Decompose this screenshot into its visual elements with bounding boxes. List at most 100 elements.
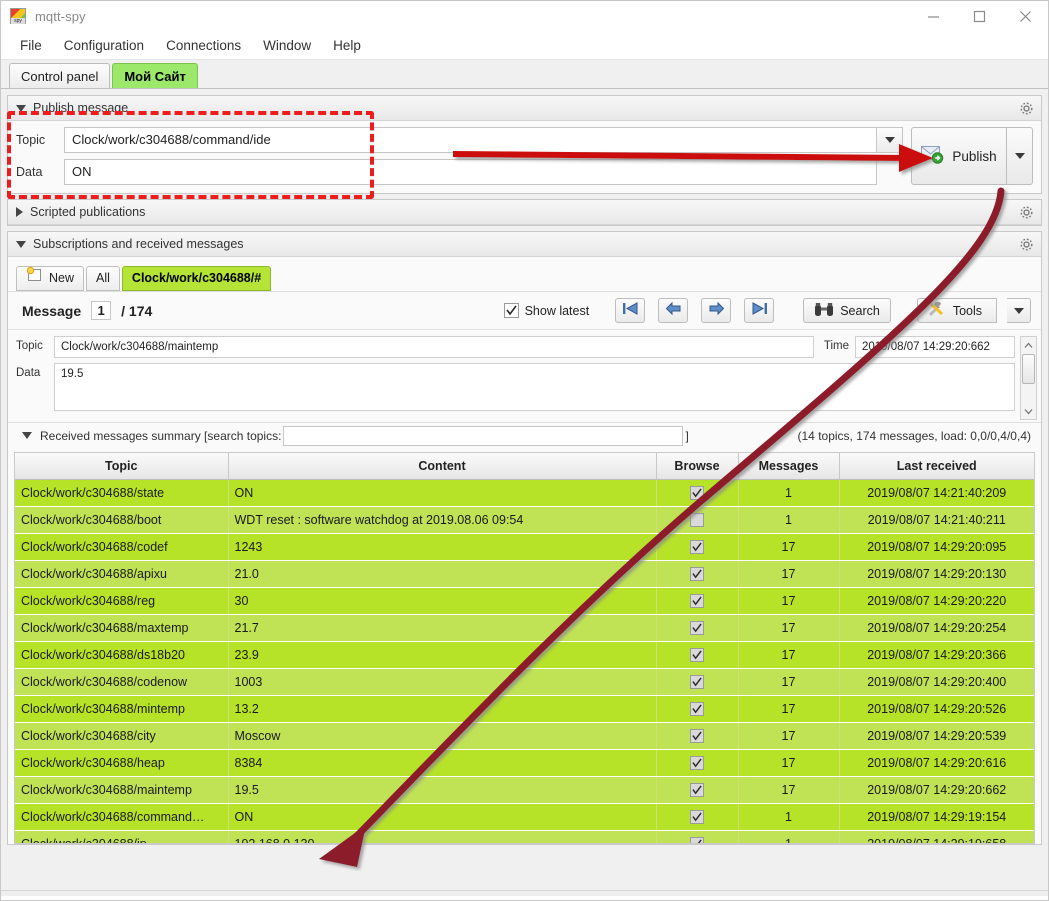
column-header-content[interactable]: Content xyxy=(228,453,657,480)
cell-browse[interactable] xyxy=(656,695,739,723)
gear-icon[interactable] xyxy=(1016,202,1037,223)
cell-browse[interactable] xyxy=(656,830,739,843)
browse-checkbox[interactable] xyxy=(690,728,704,743)
show-latest-checkbox[interactable]: Show latest xyxy=(503,303,589,318)
tools-button[interactable]: Tools xyxy=(916,298,997,323)
browse-checkbox[interactable] xyxy=(690,620,704,635)
subscription-tab-new[interactable]: New xyxy=(16,266,85,291)
table-row[interactable]: Clock/work/c304688/city Moscow 17 2019/08/0… xyxy=(15,722,1034,750)
table-row[interactable]: Clock/work/c304688/command… ON 1 2019/08/07… xyxy=(15,803,1034,831)
table-row[interactable]: Clock/work/c304688/apixu 21.0 17 2019/08/07… xyxy=(15,560,1034,588)
table-row[interactable]: Clock/work/c304688/maintemp 19.5 17 2019/08… xyxy=(15,776,1034,804)
cell-browse[interactable] xyxy=(656,803,739,831)
close-icon[interactable] xyxy=(1002,1,1048,32)
browse-checkbox[interactable] xyxy=(690,539,704,554)
previous-message-button[interactable] xyxy=(658,298,689,323)
collapse-triangle-icon[interactable] xyxy=(22,432,32,439)
table-row[interactable]: Clock/work/c304688/ds18b20 23.9 17 2019/08/… xyxy=(15,641,1034,669)
collapse-triangle-icon[interactable] xyxy=(16,104,26,112)
menu-item-configuration[interactable]: Configuration xyxy=(53,34,155,57)
expand-triangle-icon[interactable] xyxy=(16,207,23,217)
publish-dropdown-button[interactable] xyxy=(1007,127,1033,185)
subscription-tab-all[interactable]: All xyxy=(86,266,120,291)
scroll-up-icon[interactable] xyxy=(1024,337,1033,353)
column-header-browse[interactable]: Browse xyxy=(656,453,739,480)
table-row[interactable]: Clock/work/c304688/boot WDT reset : softw… xyxy=(15,506,1034,534)
cell-content: 1003 xyxy=(228,668,657,696)
scrollbar-thumb[interactable] xyxy=(1022,354,1035,384)
browse-checkbox[interactable] xyxy=(690,647,704,662)
detail-vertical-scrollbar[interactable] xyxy=(1020,336,1037,420)
cell-browse[interactable] xyxy=(656,479,739,507)
cell-messages: 17 xyxy=(738,695,840,723)
search-button-label: Search xyxy=(840,303,880,318)
minimize-icon[interactable] xyxy=(910,1,956,32)
browse-checkbox[interactable] xyxy=(690,755,704,770)
cell-browse[interactable] xyxy=(656,641,739,669)
subscriptions-panel-header[interactable]: Subscriptions and received messages xyxy=(8,232,1041,257)
last-message-button[interactable] xyxy=(744,298,775,323)
publish-panel-header[interactable]: Publish message xyxy=(8,96,1041,121)
detail-data-value[interactable]: 19.5 xyxy=(54,363,1015,411)
browse-checkbox[interactable] xyxy=(690,593,704,608)
table-row[interactable]: Clock/work/c304688/ip 192.168.0.130 1 2019/… xyxy=(15,830,1034,843)
tab-control-panel[interactable]: Control panel xyxy=(9,63,111,88)
table-row[interactable]: Clock/work/c304688/heap 8384 17 2019/08/07 … xyxy=(15,749,1034,777)
cell-browse[interactable] xyxy=(656,614,739,642)
column-header-messages[interactable]: Messages xyxy=(738,453,840,480)
gear-icon[interactable] xyxy=(1016,234,1037,255)
detail-topic-label: Topic xyxy=(16,340,43,352)
cell-browse[interactable] xyxy=(656,749,739,777)
column-header-topic[interactable]: Topic xyxy=(15,453,229,480)
column-header-last-received[interactable]: Last received xyxy=(839,453,1034,480)
subscription-tab-clock-work[interactable]: Clock/work/c304688/# xyxy=(121,266,272,291)
browse-checkbox[interactable] xyxy=(690,512,704,527)
cell-topic: Clock/work/c304688/ds18b20 xyxy=(15,641,229,669)
cell-browse[interactable] xyxy=(656,776,739,804)
next-message-button[interactable] xyxy=(701,298,732,323)
publish-topic-dropdown[interactable] xyxy=(877,127,903,153)
menu-item-connections[interactable]: Connections xyxy=(155,34,252,57)
publish-button[interactable]: Publish xyxy=(911,127,1007,185)
scroll-down-icon[interactable] xyxy=(1024,403,1033,419)
detail-time-value[interactable]: 2019/08/07 14:29:20:662 xyxy=(855,336,1015,358)
table-row[interactable]: Clock/work/c304688/reg 30 17 2019/08/07 14:… xyxy=(15,587,1034,615)
search-button[interactable]: Search xyxy=(803,298,891,323)
message-index-input[interactable]: 1 xyxy=(91,301,112,320)
cell-browse[interactable] xyxy=(656,560,739,588)
cell-browse[interactable] xyxy=(656,506,739,534)
table-row[interactable]: Clock/work/c304688/codenow 1003 17 2019/08/… xyxy=(15,668,1034,696)
table-row[interactable]: Clock/work/c304688/state ON 1 2019/08/07 14… xyxy=(15,479,1034,507)
cell-topic: Clock/work/c304688/apixu xyxy=(15,560,229,588)
publish-topic-input[interactable]: Clock/work/c304688/command/ide xyxy=(64,127,877,153)
first-message-button[interactable] xyxy=(615,298,646,323)
menu-item-help[interactable]: Help xyxy=(322,34,372,57)
browse-checkbox[interactable] xyxy=(690,485,704,500)
cell-browse[interactable] xyxy=(656,668,739,696)
table-row[interactable]: Clock/work/c304688/maxtemp 21.7 17 2019/08/… xyxy=(15,614,1034,642)
cell-last-received: 2019/08/07 14:29:20:539 xyxy=(839,722,1034,750)
table-row[interactable]: Clock/work/c304688/codef 1243 17 2019/08/07… xyxy=(15,533,1034,561)
table-row[interactable]: Clock/work/c304688/mintemp 13.2 17 2019/08/… xyxy=(15,695,1034,723)
browse-checkbox[interactable] xyxy=(690,836,704,843)
menu-item-file[interactable]: File xyxy=(9,34,53,57)
browse-checkbox[interactable] xyxy=(690,809,704,824)
cell-browse[interactable] xyxy=(656,587,739,615)
tools-dropdown-button[interactable] xyxy=(1007,298,1031,323)
tab-moy-sayt[interactable]: Мой Сайт xyxy=(112,63,198,88)
maximize-icon[interactable] xyxy=(956,1,1002,32)
browse-checkbox[interactable] xyxy=(690,674,704,689)
browse-checkbox[interactable] xyxy=(690,566,704,581)
scripted-panel-header[interactable]: Scripted publications xyxy=(8,200,1041,225)
detail-topic-value[interactable]: Clock/work/c304688/maintemp xyxy=(54,336,814,358)
browse-checkbox[interactable] xyxy=(690,782,704,797)
menu-item-window[interactable]: Window xyxy=(252,34,322,57)
publish-data-input[interactable]: ON xyxy=(64,159,877,185)
cell-content: ON xyxy=(228,479,657,507)
summary-search-input[interactable] xyxy=(283,425,684,446)
gear-icon[interactable] xyxy=(1016,98,1037,119)
cell-browse[interactable] xyxy=(656,533,739,561)
cell-browse[interactable] xyxy=(656,722,739,750)
collapse-triangle-icon[interactable] xyxy=(16,240,26,248)
browse-checkbox[interactable] xyxy=(690,701,704,716)
